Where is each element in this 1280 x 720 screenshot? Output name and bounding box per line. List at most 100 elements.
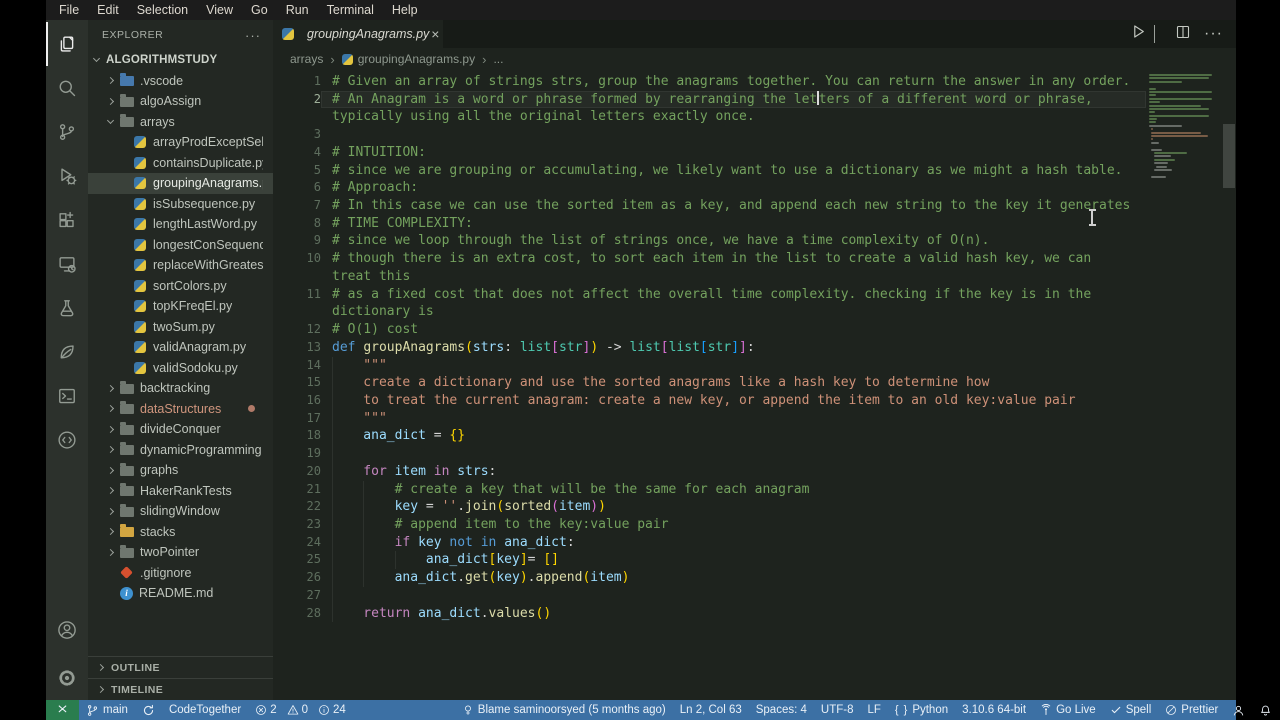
split-editor-button[interactable]	[1175, 24, 1191, 45]
tree-item-longestconsequenc-[interactable]: longestConSequenc...	[88, 235, 273, 256]
tree-item-label: topKFreqEl.py	[153, 299, 233, 314]
tree-item-lengthlastword-py[interactable]: lengthLastWord.py	[88, 214, 273, 235]
vertical-scrollbar[interactable]	[1222, 70, 1236, 700]
code-text: # O(1) cost	[332, 322, 419, 338]
sidebar-panels: OUTLINE TIMELINE	[88, 656, 273, 700]
sidebar-header: EXPLORER ···	[88, 20, 273, 50]
activity-run-debug[interactable]	[46, 154, 88, 198]
tree-item-issubsequence-py[interactable]: isSubsequence.py	[88, 194, 273, 215]
minimap-line	[1149, 111, 1156, 114]
warning-icon	[287, 704, 299, 716]
menu-run[interactable]: Run	[277, 0, 318, 20]
status-problems[interactable]: 2 0 24	[248, 700, 359, 720]
tree-item-validsodoku-py[interactable]: validSodoku.py	[88, 358, 273, 379]
code-text: """	[321, 356, 1146, 375]
status-feedback[interactable]	[1225, 700, 1252, 720]
status-spell[interactable]: Spell	[1103, 700, 1159, 720]
run-dropdown-button[interactable]	[1154, 25, 1162, 43]
status-cursor-position[interactable]: Ln 2, Col 63	[673, 700, 749, 720]
tree-item-readme-md[interactable]: i README.md	[88, 583, 273, 604]
tree-item-stacks[interactable]: stacks	[88, 522, 273, 543]
tab-grouping-anagrams[interactable]: groupingAnagrams.py ×	[273, 20, 443, 48]
vscode-folder-icon	[120, 73, 140, 87]
tree-item-twopointer[interactable]: twoPointer	[88, 542, 273, 563]
status-git-branch[interactable]: main	[79, 700, 135, 720]
tree-item-label: isSubsequence.py	[153, 196, 256, 211]
status-codetogether[interactable]: CodeTogether	[162, 700, 248, 720]
status-encoding[interactable]: UTF-8	[814, 700, 861, 720]
activity-extensions[interactable]	[46, 198, 88, 242]
status-sync[interactable]	[135, 700, 162, 720]
tree-item-algoassign[interactable]: algoAssign	[88, 91, 273, 112]
sidebar-more-actions-icon[interactable]: ···	[245, 28, 261, 43]
status-remote-indicator[interactable]	[46, 700, 79, 720]
gear-icon	[57, 668, 77, 688]
tree-item-topkfreqel-py[interactable]: topKFreqEl.py	[88, 296, 273, 317]
code-text: def groupAnagrams(strs: list[str]) -> li…	[332, 339, 755, 355]
activity-source-control[interactable]	[46, 110, 88, 154]
status-indentation[interactable]: Spaces: 4	[749, 700, 814, 720]
tree-item-dynamicprogramming[interactable]: dynamicProgramming	[88, 440, 273, 461]
status-gitlens-blame[interactable]: Blame saminoorsyed (5 months ago)	[455, 700, 673, 720]
menu-selection[interactable]: Selection	[128, 0, 197, 20]
activity-settings[interactable]	[46, 656, 88, 700]
status-language-mode[interactable]: { } Python	[888, 700, 955, 720]
status-prettier[interactable]: Prettier	[1158, 700, 1225, 720]
minimap-line	[1149, 74, 1213, 76]
tree-item-groupinganagrams-py[interactable]: groupingAnagrams.py	[88, 173, 273, 194]
scrollbar-thumb[interactable]	[1223, 124, 1235, 188]
tree-item-slidingwindow[interactable]: slidingWindow	[88, 501, 273, 522]
status-notifications[interactable]	[1252, 700, 1279, 720]
activity-accounts[interactable]	[46, 608, 88, 652]
tree-item-validanagram-py[interactable]: validAnagram.py	[88, 337, 273, 358]
tree-item-sortcolors-py[interactable]: sortColors.py	[88, 276, 273, 297]
chevron-right-icon	[106, 466, 115, 474]
minimap[interactable]	[1149, 74, 1221, 179]
tree-item-divideconquer[interactable]: divideConquer	[88, 419, 273, 440]
tree-item-graphs[interactable]: graphs	[88, 460, 273, 481]
run-button[interactable]	[1130, 23, 1147, 45]
activity-testing[interactable]	[46, 286, 88, 330]
menu-go[interactable]: Go	[242, 0, 277, 20]
tree-root[interactable]: ALGORITHMSTUDY	[88, 50, 273, 71]
status-eol[interactable]: LF	[860, 700, 887, 720]
tree-item--vscode[interactable]: .vscode	[88, 71, 273, 92]
tree-item-label: arrays	[140, 114, 175, 129]
more-actions-button[interactable]: ···	[1204, 25, 1223, 43]
minimap-line	[1149, 90, 1212, 93]
activity-search[interactable]	[46, 66, 88, 110]
tree-item-twosum-py[interactable]: twoSum.py	[88, 317, 273, 338]
menu-edit[interactable]: Edit	[88, 0, 128, 20]
tree-item-replacewithgreates-[interactable]: replaceWithGreates...	[88, 255, 273, 276]
search-icon	[57, 78, 77, 98]
code-text: create a dictionary and use the sorted a…	[321, 374, 1146, 392]
code-editor[interactable]: 1 # Given an array of strings strs, group…	[273, 70, 1236, 700]
breadcrumb-item[interactable]: groupingAnagrams.py	[341, 52, 475, 66]
menu-terminal[interactable]: Terminal	[318, 0, 383, 20]
panel-timeline[interactable]: TIMELINE	[88, 678, 273, 700]
tree-item-backtracking[interactable]: backtracking	[88, 378, 273, 399]
tree-item-datastructures[interactable]: dataStructures	[88, 399, 273, 420]
breadcrumb-item[interactable]: arrays	[290, 52, 323, 66]
activity-explorer[interactable]	[46, 22, 88, 66]
menu-help[interactable]: Help	[383, 0, 427, 20]
status-python-version[interactable]: 3.10.6 64-bit	[955, 700, 1033, 720]
python-icon	[134, 259, 153, 272]
close-icon[interactable]: ×	[429, 26, 441, 42]
breadcrumb-item[interactable]: ...	[493, 52, 503, 66]
menu-view[interactable]: View	[197, 0, 242, 20]
activity-remote-explorer[interactable]	[46, 242, 88, 286]
tree-item-containsduplicate-py[interactable]: containsDuplicate.py	[88, 153, 273, 174]
activity-live-code[interactable]	[46, 418, 88, 462]
tree-item-arrayprodexceptsel-[interactable]: arrayProdExceptSel...	[88, 132, 273, 153]
chevron-right-icon	[96, 685, 105, 694]
tree-item--gitignore[interactable]: .gitignore	[88, 563, 273, 584]
menu-file[interactable]: File	[50, 0, 88, 20]
status-go-live[interactable]: Go Live	[1033, 700, 1103, 720]
tree-item-arrays[interactable]: arrays	[88, 112, 273, 133]
panel-outline[interactable]: OUTLINE	[88, 656, 273, 678]
activity-mongodb[interactable]	[46, 330, 88, 374]
tree-item-hakerranktests[interactable]: HakerRankTests	[88, 481, 273, 502]
activity-terminal-tool[interactable]	[46, 374, 88, 418]
